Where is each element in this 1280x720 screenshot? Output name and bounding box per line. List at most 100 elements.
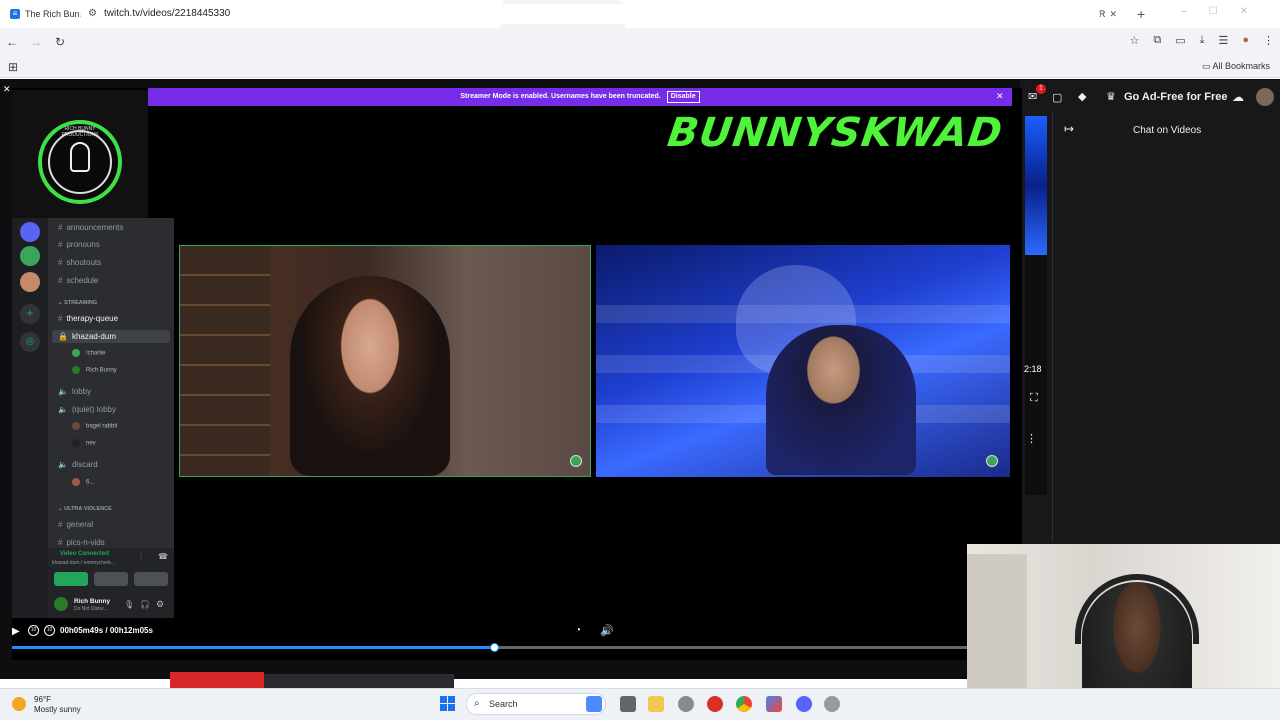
rewind-10-icon[interactable]: 10 — [28, 625, 39, 636]
app-icon[interactable] — [766, 696, 782, 712]
hash-icon: # — [58, 240, 63, 249]
fullscreen-icon[interactable]: ⛶ — [1030, 392, 1038, 405]
apps-grid-icon[interactable]: ⊞ — [8, 60, 18, 74]
more-icon[interactable]: ⋮ — [1026, 432, 1037, 445]
discord-icon[interactable] — [796, 696, 812, 712]
hash-icon: # — [58, 258, 63, 267]
server-icon[interactable] — [20, 246, 40, 266]
bookmark-star-icon[interactable]: ☆ — [1129, 34, 1139, 47]
side-thumbnail[interactable] — [1025, 116, 1047, 256]
reading-list-icon[interactable]: ☰ — [1218, 34, 1228, 47]
server-icon[interactable] — [20, 272, 40, 292]
add-server-icon[interactable]: + — [20, 304, 40, 324]
category-label: STREAMING — [64, 300, 98, 306]
whispers-icon[interactable]: ▢ — [1052, 91, 1062, 104]
disconnect-icon[interactable]: ☎ — [158, 552, 168, 561]
cast-icon[interactable]: ▭ — [1175, 34, 1185, 47]
channel-general[interactable]: # general — [58, 520, 93, 529]
channel-pronouns[interactable]: # pronouns — [58, 240, 100, 249]
playback-speed-icon[interactable]: ◔ — [575, 625, 581, 636]
forward-10-icon[interactable]: 10 — [44, 625, 55, 636]
bits-icon[interactable]: ◆ — [1078, 90, 1086, 103]
recorder-icon[interactable] — [707, 696, 723, 712]
voice-user[interactable]: 6... — [72, 478, 94, 486]
headphones-icon[interactable]: 🎧 — [140, 600, 150, 609]
mic-icon[interactable]: 🎙 — [124, 600, 134, 609]
voice-user-name: bagel rabbit — [86, 423, 118, 430]
camera-feed-left — [179, 245, 591, 477]
channel-khazad-dum[interactable]: 🔒 khazad-dum — [52, 330, 170, 343]
banner-close-icon[interactable]: ✕ — [996, 91, 1004, 102]
all-bookmarks[interactable]: ▭ All Bookmarks — [1202, 61, 1270, 72]
channel-label: announcements — [66, 223, 124, 232]
back-icon[interactable]: ← — [0, 35, 24, 49]
extensions-icon[interactable]: ⧉ — [1153, 34, 1161, 47]
windows-start-icon[interactable] — [440, 696, 456, 712]
channel-label: schedule — [66, 276, 99, 285]
go-ad-free-button[interactable]: Go Ad-Free for Free — [1124, 91, 1228, 103]
channel-discard[interactable]: 🔈 discard — [58, 460, 98, 469]
user-avatar — [72, 422, 80, 430]
file-explorer-icon[interactable] — [648, 696, 664, 712]
volume-icon[interactable]: 🔊 — [600, 624, 614, 637]
channel-pics-n-vids[interactable]: # pics-n-vids — [58, 538, 105, 547]
disable-button[interactable]: Disable — [666, 91, 700, 103]
play-icon[interactable]: ▶ — [12, 626, 20, 637]
collapse-chat-icon[interactable]: ↦ — [1064, 122, 1074, 136]
noise-suppression-icon[interactable]: ⫶ — [140, 552, 142, 562]
settings-icon[interactable] — [678, 696, 694, 712]
avatar[interactable] — [1256, 88, 1274, 106]
voice-user-name: !charlie — [86, 350, 106, 357]
server-icon[interactable] — [20, 222, 40, 242]
thumbnail-strip — [170, 672, 264, 688]
user-avatar — [72, 349, 80, 357]
weather-sun-icon[interactable] — [12, 697, 26, 711]
new-tab-button[interactable]: + — [1137, 6, 1145, 22]
profile-icon[interactable]: ● — [1242, 34, 1249, 47]
app-icon[interactable] — [824, 696, 840, 712]
voice-user[interactable]: bagel rabbit — [72, 422, 117, 430]
channel-schedule[interactable]: # schedule — [58, 276, 98, 285]
copilot-icon[interactable] — [586, 696, 602, 712]
close-icon[interactable]: ✕ — [3, 84, 11, 95]
screen: ≡The Rich Bunny Story✕KThe757cj - Watch … — [0, 0, 1280, 720]
task-view-icon[interactable] — [620, 696, 636, 712]
activity-button[interactable] — [134, 572, 168, 586]
explore-icon[interactable]: ◎ — [20, 332, 40, 352]
forward-icon[interactable]: → — [24, 35, 48, 49]
screen-share-button[interactable] — [94, 572, 128, 586]
prime-crown-icon[interactable]: ♛ — [1106, 90, 1116, 103]
category-streaming[interactable]: ⌄ STREAMING — [58, 300, 97, 306]
channel-shoutouts[interactable]: # shoutouts — [58, 258, 101, 267]
hash-icon: # — [58, 276, 63, 285]
download-icon[interactable]: ⤓ — [1200, 34, 1205, 47]
seek-handle[interactable] — [490, 643, 499, 652]
seek-progress — [12, 646, 494, 649]
category-ultra-violence[interactable]: ⌄ ULTRA VIOLENCE — [58, 506, 112, 512]
streamer-mode-banner: Streamer Mode is enabled. Usernames have… — [148, 88, 1012, 106]
menu-icon[interactable]: ⋮ — [1263, 34, 1274, 47]
inbox-icon[interactable]: ✉ — [1028, 90, 1037, 103]
window-controls[interactable]: –☐✕ — [1181, 6, 1270, 17]
voice-user[interactable]: !charlie — [72, 349, 105, 357]
settings-gear-icon[interactable]: ⚙ — [156, 599, 164, 610]
tab-close-icon[interactable]: ✕ — [1109, 9, 1117, 20]
channel-therapy-queue[interactable]: # therapy-queue — [58, 314, 118, 323]
camera-button[interactable] — [54, 572, 88, 586]
user-avatar[interactable] — [54, 597, 68, 611]
channel-quiet-lobby[interactable]: 🔈 (quiet) lobby — [58, 405, 116, 414]
site-info-icon[interactable]: ⚙ — [88, 4, 97, 24]
cloud-icon[interactable]: ☁ — [1232, 90, 1244, 104]
voice-user[interactable]: nev — [72, 439, 96, 447]
taskbar-search[interactable]: ⌕ Search — [466, 693, 606, 715]
camera-feed-right — [596, 245, 1010, 477]
reload-icon[interactable]: ↻ — [48, 35, 72, 49]
chrome-icon[interactable] — [736, 696, 752, 712]
streamer-right — [766, 325, 916, 475]
address-bar[interactable]: ⚙ twitch.tv/videos/2218445330 — [80, 4, 1100, 24]
channel-announcements[interactable]: # announcements — [58, 223, 123, 232]
channel-lobby[interactable]: 🔈 lobby — [58, 387, 91, 396]
hash-icon: # — [58, 520, 63, 529]
voice-user[interactable]: Rich Bunny — [72, 366, 117, 374]
user-cam-icon — [570, 455, 582, 467]
